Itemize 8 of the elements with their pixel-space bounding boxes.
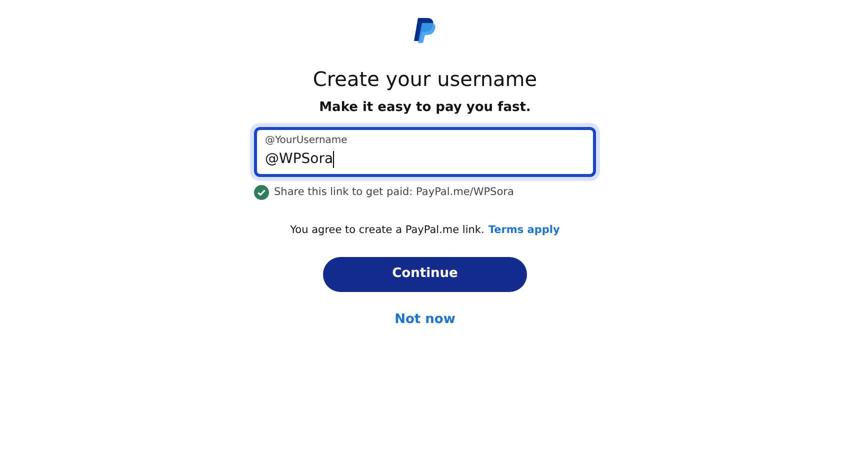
agreement-text: You agree to create a PayPal.me link. xyxy=(290,222,484,238)
continue-button[interactable]: Continue xyxy=(323,256,527,292)
page-subtitle: Make it easy to pay you fast. xyxy=(319,99,531,117)
terms-link[interactable]: Terms apply xyxy=(488,222,560,238)
page-title: Create your username xyxy=(312,66,538,93)
logo-icon xyxy=(414,18,436,43)
helper-text: Share this link to get paid: PayPal.me/WPSora xyxy=(274,185,514,200)
not-now-link[interactable]: Not now xyxy=(394,310,456,329)
